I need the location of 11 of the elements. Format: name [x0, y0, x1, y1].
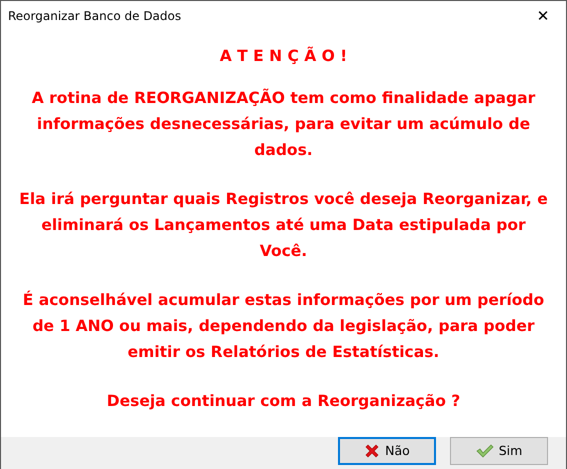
warning-heading: A T E N Ç Ã O !: [220, 46, 348, 67]
warning-paragraph: É aconselhável acumular estas informações por um período de 1 ANO ou mais, dependendo da legislação, para poder emitir os Relatórios de Estatísticas.: [22, 290, 546, 363]
warning-paragraph: A rotina de REORGANIZAÇÃO tem como finalidade apagar informações desnecessárias, para evitar um acúmulo de dados.: [30, 88, 536, 161]
warning-paragraph: Ela irá perguntar quais Registros você deseja Reorganizar, e eliminará os Lançamentos até uma Data estipulada por Você.: [19, 189, 548, 262]
checkmark-icon: [476, 444, 494, 458]
question-text: Deseja continuar com a Reorganização ?: [106, 391, 460, 412]
cross-icon: [364, 443, 380, 459]
no-button[interactable]: Não: [338, 437, 436, 465]
close-button[interactable]: ✕: [520, 1, 566, 31]
yes-button[interactable]: Sim: [450, 437, 548, 465]
window-title: Reorganizar Banco de Dados: [8, 8, 182, 25]
